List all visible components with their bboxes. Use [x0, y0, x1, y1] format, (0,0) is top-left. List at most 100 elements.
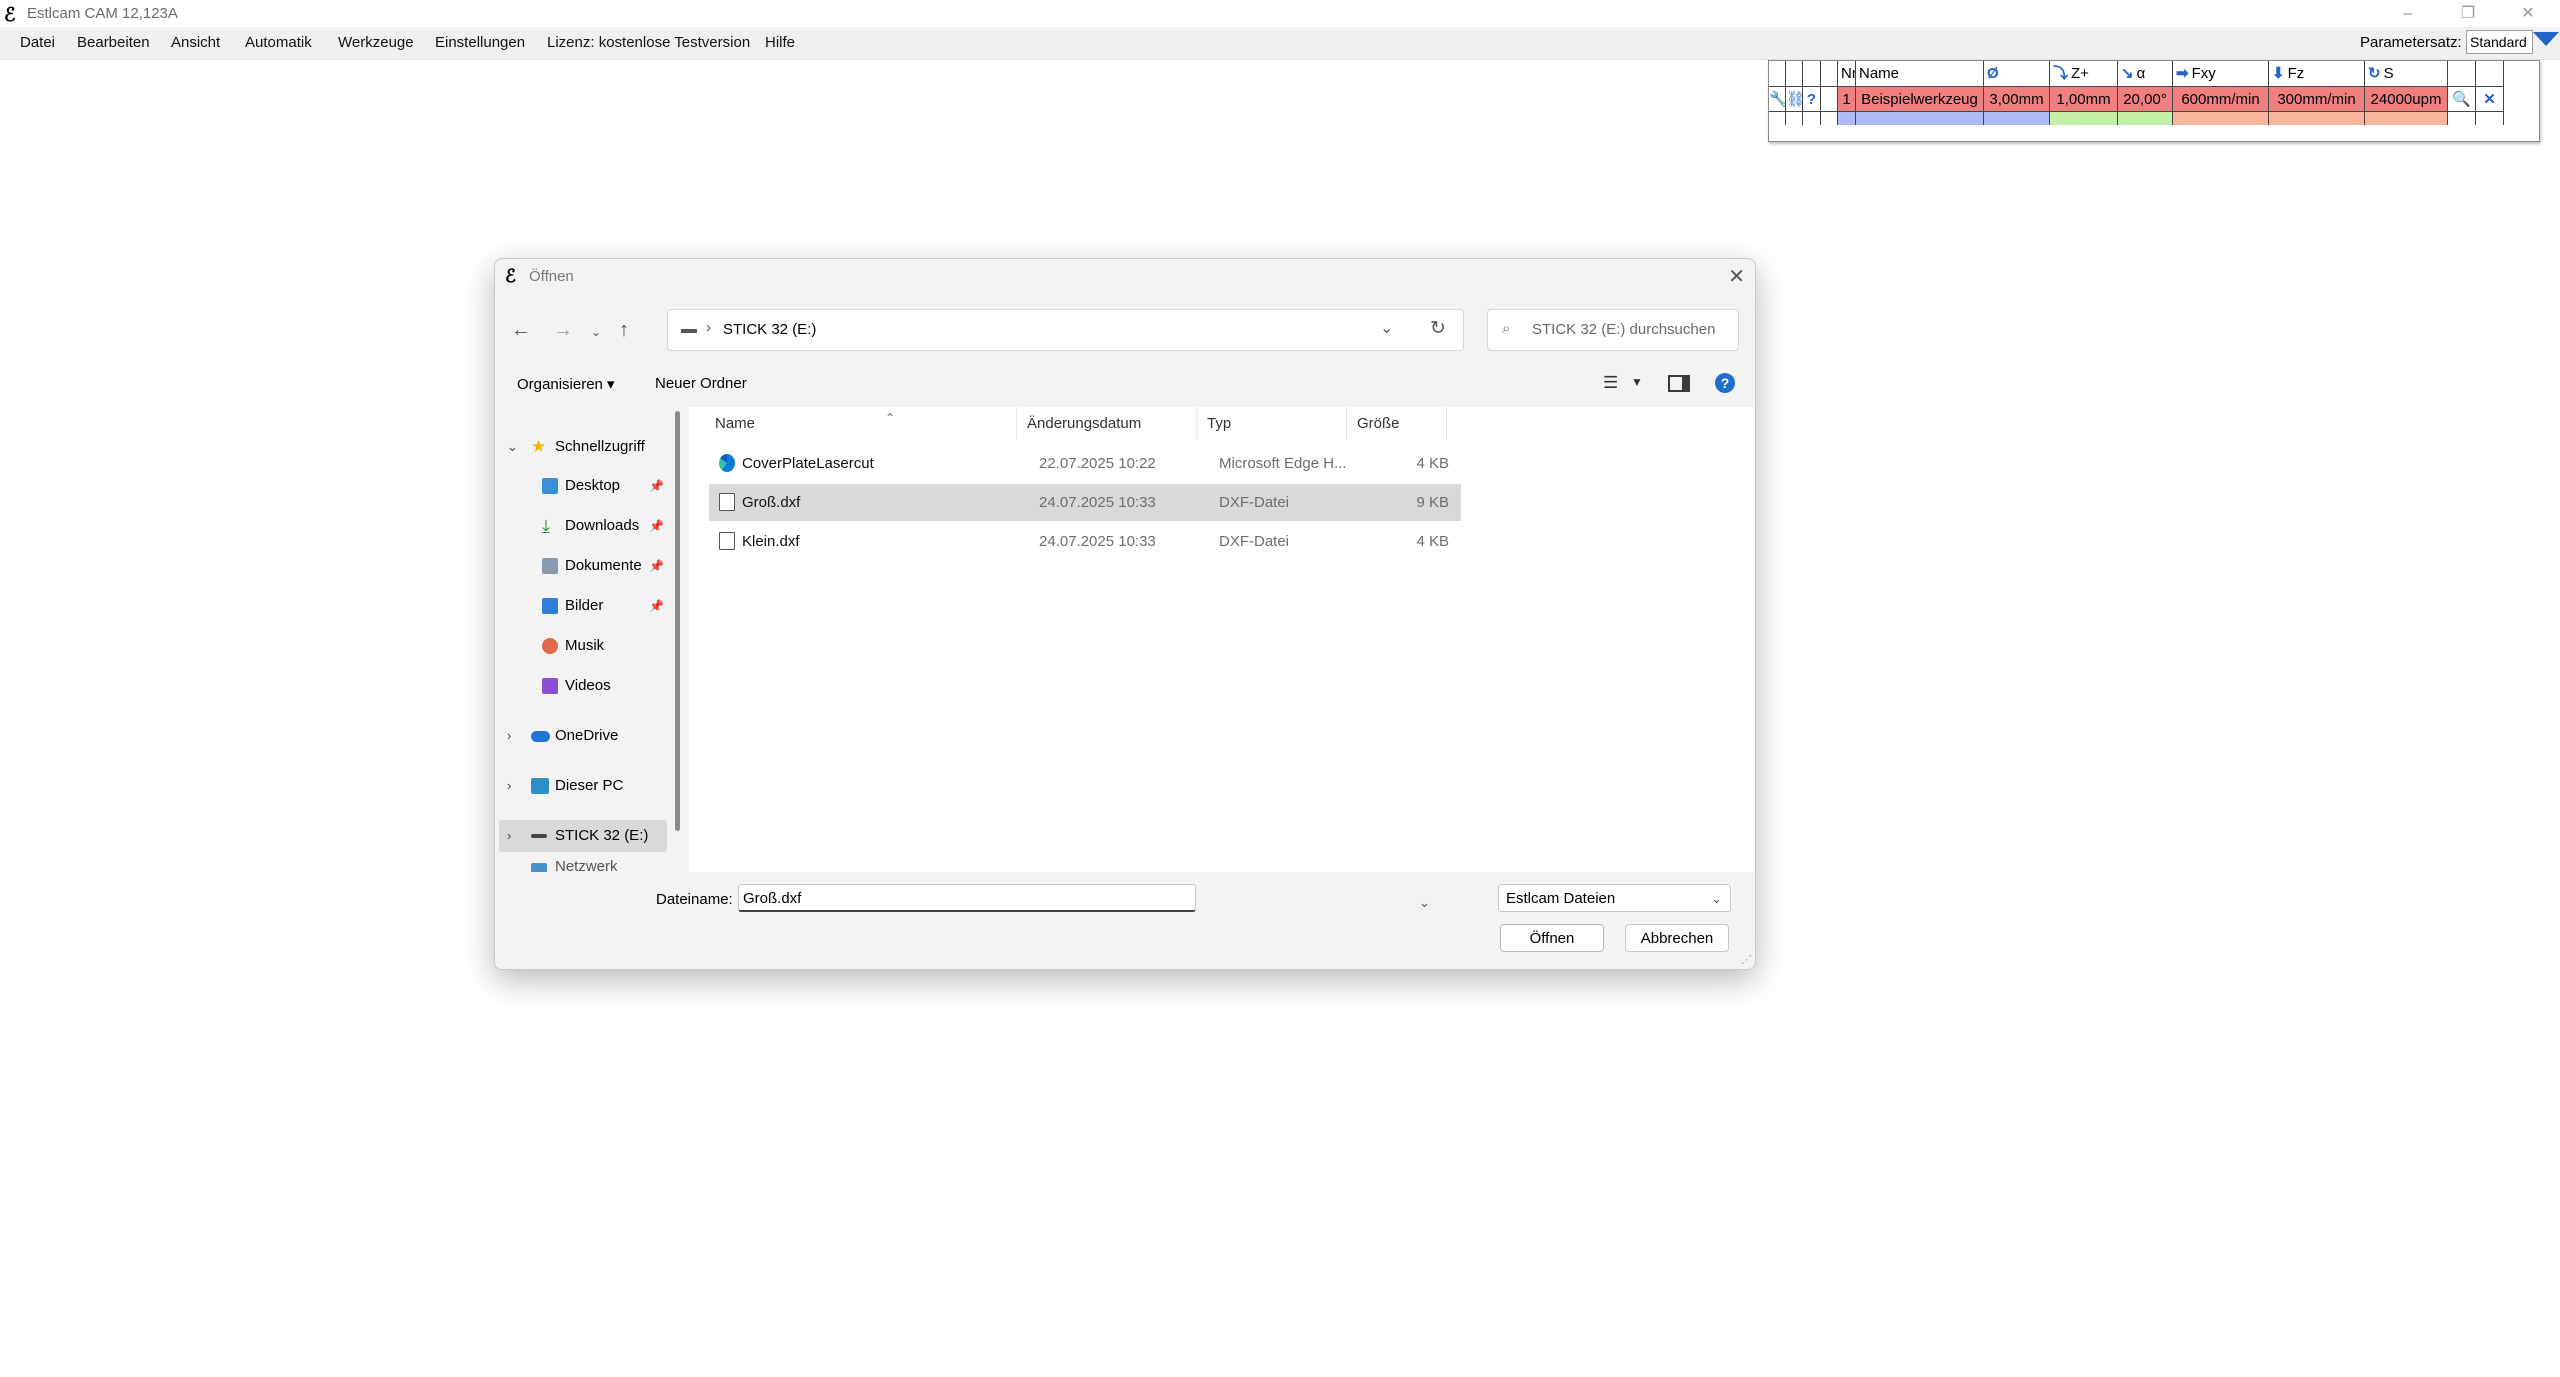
pin-icon[interactable]: 📌 — [649, 550, 664, 582]
tool-empty-cell[interactable] — [2173, 111, 2269, 125]
address-bar[interactable]: › STICK 32 (E:) ⌄ ↻ — [667, 309, 1464, 351]
column-date[interactable]: Änderungsdatum — [1017, 407, 1197, 441]
tool-empty-cell[interactable] — [2050, 111, 2118, 125]
computer-icon — [531, 778, 549, 794]
nav-network[interactable]: Netzwerk — [495, 859, 667, 872]
parameter-set-dropdown-icon[interactable] — [2533, 32, 2559, 46]
tool-empty-cell[interactable] — [1984, 111, 2050, 125]
search-tool-icon[interactable]: 🔍 — [2448, 86, 2476, 111]
tool-fxy-cell[interactable]: 600mm/min — [2173, 86, 2269, 111]
tool-empty-cell[interactable] — [2365, 111, 2448, 125]
tool-col-angle: ↘ α — [2118, 61, 2173, 86]
forward-arrow-icon[interactable]: → — [553, 319, 573, 342]
menu-hilfe[interactable]: Hilfe — [765, 34, 795, 51]
new-folder-button[interactable]: Neuer Ordner — [655, 375, 747, 392]
up-arrow-icon[interactable]: ↑ — [619, 319, 629, 342]
tool-angle-cell[interactable]: 20,00° — [2118, 86, 2173, 111]
breadcrumb-drive[interactable]: STICK 32 (E:) — [723, 321, 816, 338]
collapsed-chevron-icon[interactable]: › — [507, 770, 511, 802]
tool-empty-cell[interactable] — [2118, 111, 2173, 125]
menu-bearbeiten[interactable]: Bearbeiten — [77, 34, 150, 51]
tool-name-cell[interactable]: Beispielwerkzeug — [1856, 86, 1984, 111]
nav-onedrive[interactable]: › OneDrive — [495, 720, 667, 752]
delete-tool-icon[interactable]: ✕ — [2476, 86, 2504, 111]
nav-scrollbar[interactable] — [675, 411, 680, 831]
cancel-button[interactable]: Abbrechen — [1625, 924, 1729, 952]
view-list-icon[interactable]: ☰ — [1603, 373, 1618, 393]
parameter-set-select[interactable]: Standard — [2466, 30, 2533, 54]
organize-button[interactable]: Organisieren ▾ — [517, 375, 615, 393]
resize-grip-icon[interactable]: ⋰ — [1741, 953, 1752, 966]
restore-button[interactable]: ❐ — [2440, 0, 2496, 27]
collapsed-chevron-icon[interactable]: › — [507, 720, 511, 752]
file-row-selected[interactable]: Groß.dxf 24.07.2025 10:33 DXF-Datei 9 KB — [709, 484, 1461, 521]
tool-table: Nr Name Ø ⤵Z+ ↘α ➡Fxy ⬇Fz ↻S 🔧 ⛓ ? 1 Bei… — [1768, 60, 2540, 142]
nav-music[interactable]: Musik — [495, 630, 667, 662]
tool-zplus-cell[interactable]: 1,00mm — [2050, 86, 2118, 111]
wrench-icon[interactable]: 🔧 — [1769, 86, 1786, 111]
open-button[interactable]: Öffnen — [1500, 924, 1604, 952]
back-arrow-icon[interactable]: ← — [511, 319, 531, 342]
collapsed-chevron-icon[interactable]: › — [507, 820, 511, 852]
search-icon: ⌕ — [1502, 320, 1511, 337]
breadcrumb-chevron-icon[interactable]: › — [706, 319, 711, 336]
tool-diameter-cell[interactable]: 3,00mm — [1984, 86, 2050, 111]
nav-desktop[interactable]: Desktop 📌 — [495, 470, 667, 502]
file-row[interactable]: Klein.dxf 24.07.2025 10:33 DXF-Datei 4 K… — [709, 523, 1461, 560]
filename-input[interactable]: Groß.dxf ⌄ — [738, 884, 1430, 912]
diameter-icon: Ø — [1984, 61, 2050, 86]
close-icon[interactable]: ✕ — [1728, 264, 1745, 289]
chevron-down-icon[interactable]: ⌄ — [1380, 318, 1393, 338]
edge-icon — [719, 454, 735, 472]
help-icon[interactable]: ? — [1715, 373, 1735, 393]
view-options-dropdown-icon[interactable]: ▼ — [1631, 375, 1643, 389]
refresh-icon[interactable]: ↻ — [1430, 317, 1446, 340]
pin-icon[interactable]: 📌 — [649, 590, 664, 622]
minimize-button[interactable]: – — [2380, 0, 2436, 27]
tool-empty-cell — [1769, 111, 1786, 125]
feed-xy-arrow-icon: ➡ — [2176, 65, 2189, 82]
recent-locations-chevron-icon[interactable]: ⌄ — [591, 325, 601, 339]
tool-empty-cell — [2476, 111, 2504, 125]
expanded-chevron-icon[interactable]: ⌄ — [507, 431, 518, 463]
tool-col-fxy: ➡ Fxy — [2173, 61, 2269, 86]
chevron-down-icon[interactable]: ⌄ — [1419, 889, 1430, 917]
close-window-button[interactable]: ✕ — [2500, 0, 2556, 27]
window-title: Estlcam CAM 12,123A — [27, 5, 178, 22]
tool-fz-cell[interactable]: 300mm/min — [2269, 86, 2365, 111]
tool-s-cell[interactable]: 24000upm — [2365, 86, 2448, 111]
preview-pane-icon[interactable] — [1668, 375, 1690, 392]
cloud-icon — [531, 731, 550, 742]
column-type[interactable]: Typ — [1197, 407, 1347, 441]
tool-empty-cell[interactable] — [1838, 111, 1856, 125]
nav-downloads[interactable]: ⤓ Downloads 📌 — [495, 510, 667, 542]
tool-empty-cell[interactable] — [1856, 111, 1984, 125]
help-question-icon[interactable]: ? — [1803, 86, 1821, 111]
chevron-down-icon[interactable]: ⌄ — [1711, 885, 1722, 912]
nav-documents[interactable]: Dokumente 📌 — [495, 550, 667, 582]
column-name[interactable]: Name ⌃ — [705, 407, 1017, 441]
file-list: Name ⌃ Änderungsdatum Typ Größe CoverPla… — [689, 407, 1755, 872]
pin-icon[interactable]: 📌 — [649, 470, 664, 502]
menu-datei[interactable]: Datei — [20, 34, 55, 51]
network-icon — [531, 863, 547, 872]
menu-einstellungen[interactable]: Einstellungen — [435, 34, 525, 51]
pin-icon[interactable]: 📌 — [649, 510, 664, 542]
nav-videos[interactable]: Videos — [495, 670, 667, 702]
menu-lizenz[interactable]: Lizenz: kostenlose Testversion — [547, 34, 750, 51]
nav-stick-drive[interactable]: › STICK 32 (E:) — [499, 820, 667, 852]
tool-nr-cell[interactable]: 1 — [1838, 86, 1856, 111]
menu-ansicht[interactable]: Ansicht — [171, 34, 220, 51]
search-input[interactable]: ⌕ STICK 32 (E:) durchsuchen — [1487, 309, 1739, 351]
nav-quick-access[interactable]: ⌄ ★ Schnellzugriff — [495, 431, 667, 463]
tool-col-blank-4 — [1821, 61, 1838, 86]
tool-holder-icon[interactable]: ⛓ — [1786, 86, 1803, 111]
column-size[interactable]: Größe — [1347, 407, 1447, 441]
nav-pictures[interactable]: Bilder 📌 — [495, 590, 667, 622]
file-row[interactable]: CoverPlateLasercut 22.07.2025 10:22 Micr… — [709, 445, 1461, 482]
tool-empty-cell[interactable] — [2269, 111, 2365, 125]
nav-this-pc[interactable]: › Dieser PC — [495, 770, 667, 802]
filetype-select[interactable]: Estlcam Dateien ⌄ — [1498, 884, 1731, 912]
menu-automatik[interactable]: Automatik — [245, 34, 312, 51]
menu-werkzeuge[interactable]: Werkzeuge — [338, 34, 414, 51]
